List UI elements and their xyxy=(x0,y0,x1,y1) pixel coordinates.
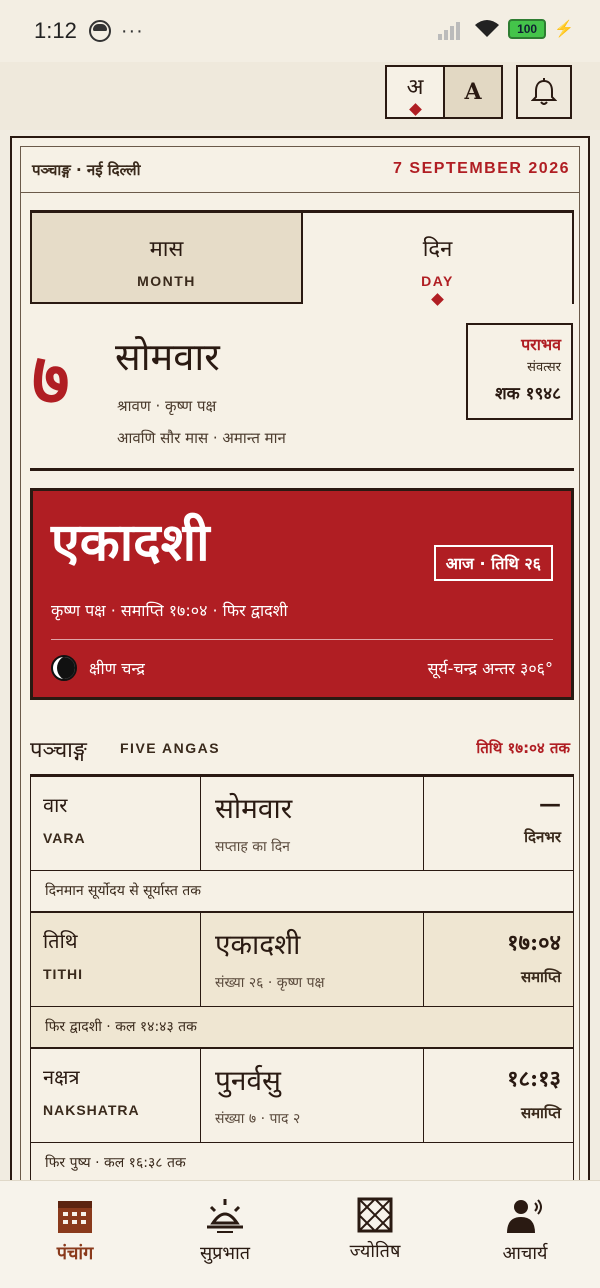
anga-row-vara[interactable]: वार VARA सोमवार सप्ताह का दिन — दिनभर xyxy=(31,777,573,871)
anga-hindi: नक्षत्र xyxy=(43,1065,80,1089)
active-diamond-icon xyxy=(408,102,422,116)
shaka-year: शक १९४८ xyxy=(495,384,561,404)
tab-month-hindi: मास xyxy=(149,237,184,262)
anga-note: दिनमान सूर्योदय से सूर्यास्त तक xyxy=(31,871,573,913)
anga-name-cell: वार VARA xyxy=(31,777,201,870)
anga-time-cell: १७:०४ समाप्ति xyxy=(424,913,573,1006)
anga-time: १७:०४ xyxy=(507,930,561,956)
nav-acharya-label: आचार्य xyxy=(502,1243,548,1264)
anga-time-cell: १८:१३ समाप्ति xyxy=(424,1049,573,1142)
charging-icon: ⚡ xyxy=(554,21,574,38)
anga-detail: संख्या २६ · कृष्ण पक्ष xyxy=(215,975,325,991)
status-bar: 1:12 ··· 100 ⚡ xyxy=(0,0,600,62)
calendar-icon xyxy=(58,1201,92,1233)
lang-english-button[interactable]: A xyxy=(443,67,501,117)
anga-english: NAKSHATRA xyxy=(43,1102,140,1118)
nav-suprabhat[interactable]: सुप्रभात xyxy=(150,1181,300,1288)
anga-value-cell: सोमवार सप्ताह का दिन xyxy=(201,777,424,870)
samvatsara-box: पराभव संवत्सर शक १९४८ xyxy=(466,323,573,420)
chart-grid-icon xyxy=(357,1197,393,1233)
sunrise-icon xyxy=(207,1199,243,1233)
anga-value: सोमवार xyxy=(215,792,293,825)
acharya-voice-icon xyxy=(507,1199,542,1233)
section-divider xyxy=(30,468,574,471)
tithi-name: एकादशी xyxy=(51,513,210,573)
anga-detail: सप्ताह का दिन xyxy=(215,839,290,855)
samvatsara-label: संवत्सर xyxy=(527,360,561,375)
samvatsara-name: पराभव xyxy=(521,335,561,354)
anga-time-cell: — दिनभर xyxy=(424,777,573,870)
tithi-divider xyxy=(51,639,553,640)
bell-icon xyxy=(531,78,557,105)
view-tabs: मास MONTH दिन DAY xyxy=(30,210,574,306)
lang-hindi-button[interactable]: अ xyxy=(387,67,443,117)
anga-time: १८:१३ xyxy=(507,1066,561,1092)
anga-english: VARA xyxy=(43,830,86,846)
anga-value: पुनर्वसु xyxy=(215,1064,281,1097)
panchang-card: पञ्चाङ्ग · नई दिल्ली 7 SEPTEMBER 2026 मा… xyxy=(10,136,590,1216)
anga-value-cell: पुनर्वसु संख्या ७ · पाद २ xyxy=(201,1049,424,1142)
solar-month-info: आवणि सौर मास · अमान्त मान xyxy=(117,429,286,447)
notification-button[interactable] xyxy=(516,65,572,119)
anga-value: एकादशी xyxy=(215,928,301,961)
tab-month-english: MONTH xyxy=(137,273,196,289)
day-number: ७ xyxy=(32,336,70,421)
anga-time-label: दिनभर xyxy=(524,828,561,846)
anga-time-label: समाप्ति xyxy=(520,968,561,986)
nav-acharya[interactable]: आचार्य xyxy=(450,1181,600,1288)
tithi-card[interactable]: एकादशी आज · तिथि २६ कृष्ण पक्ष · समाप्ति… xyxy=(30,488,574,700)
anga-time: — xyxy=(539,791,561,817)
waning-moon-icon xyxy=(51,655,77,681)
tithi-badge: आज · तिथि २६ xyxy=(433,545,553,581)
tab-day-hindi: दिन xyxy=(422,237,453,262)
lang-hindi-label: अ xyxy=(406,74,424,100)
location-label: पञ्चाङ्ग · नई दिल्ली xyxy=(32,161,141,179)
angas-title: पञ्चाङ्ग xyxy=(30,738,87,763)
top-toolbar: अ A xyxy=(0,62,600,130)
anga-note: फिर पुष्य · कल १६:३८ तक xyxy=(31,1143,573,1185)
bottom-navigation: पंचांग सुप्रभात ज्योतिष आचार्य xyxy=(0,1180,600,1288)
anga-row-tithi[interactable]: तिथि TITHI एकादशी संख्या २६ · कृष्ण पक्ष… xyxy=(31,913,573,1007)
anga-hindi: वार xyxy=(43,793,68,817)
language-toggle[interactable]: अ A xyxy=(385,65,503,119)
anga-note: फिर द्वादशी · कल १४:४३ तक xyxy=(31,1007,573,1049)
sun-moon-angle: सूर्य-चन्द्र अन्तर ३०६° xyxy=(427,659,553,678)
weekday-name: सोमवार xyxy=(115,335,220,379)
nav-jyotish[interactable]: ज्योतिष xyxy=(300,1181,450,1288)
status-time: 1:12 xyxy=(34,18,77,43)
moon-phase-label: क्षीण चन्द्र xyxy=(89,659,145,678)
anga-detail: संख्या ७ · पाद २ xyxy=(215,1111,301,1127)
tab-day-english: DAY xyxy=(421,273,454,289)
wifi-icon xyxy=(475,20,500,37)
month-paksha: श्रावण · कृष्ण पक्ष xyxy=(117,397,217,415)
anga-value-cell: एकादशी संख्या २६ · कृष्ण पक्ष xyxy=(201,913,424,1006)
account-face-icon xyxy=(88,20,111,42)
anga-english: TITHI xyxy=(43,966,83,982)
lang-english-label: A xyxy=(464,79,482,105)
more-notifications-icon: ··· xyxy=(120,19,144,42)
anga-time-label: समाप्ति xyxy=(520,1104,561,1122)
active-tab-diamond-icon xyxy=(431,293,444,306)
angas-until: तिथि १७:०४ तक xyxy=(476,739,570,757)
date-label: 7 SEPTEMBER 2026 xyxy=(393,160,570,177)
nav-panchang[interactable]: पंचांग xyxy=(0,1181,150,1288)
angas-table: वार VARA सोमवार सप्ताह का दिन — दिनभर दि… xyxy=(30,774,574,1185)
nav-panchang-label: पंचांग xyxy=(56,1243,94,1264)
anga-name-cell: नक्षत्र NAKSHATRA xyxy=(31,1049,201,1142)
nav-suprabhat-label: सुप्रभात xyxy=(200,1243,250,1264)
angas-subtitle: FIVE ANGAS xyxy=(120,740,221,756)
anga-name-cell: तिथि TITHI xyxy=(31,913,201,1006)
battery-icon: 100 xyxy=(508,19,547,39)
tab-day[interactable]: दिन DAY xyxy=(303,213,574,306)
tithi-detail: कृष्ण पक्ष · समाप्ति १७:०४ · फिर द्वादशी xyxy=(51,601,288,620)
anga-hindi: तिथि xyxy=(43,929,78,953)
anga-row-nakshatra[interactable]: नक्षत्र NAKSHATRA पुनर्वसु संख्या ७ · पा… xyxy=(31,1049,573,1143)
divider xyxy=(20,192,580,193)
signal-icon xyxy=(438,18,466,40)
tab-month[interactable]: मास MONTH xyxy=(30,213,303,304)
nav-jyotish-label: ज्योतिष xyxy=(349,1241,401,1262)
